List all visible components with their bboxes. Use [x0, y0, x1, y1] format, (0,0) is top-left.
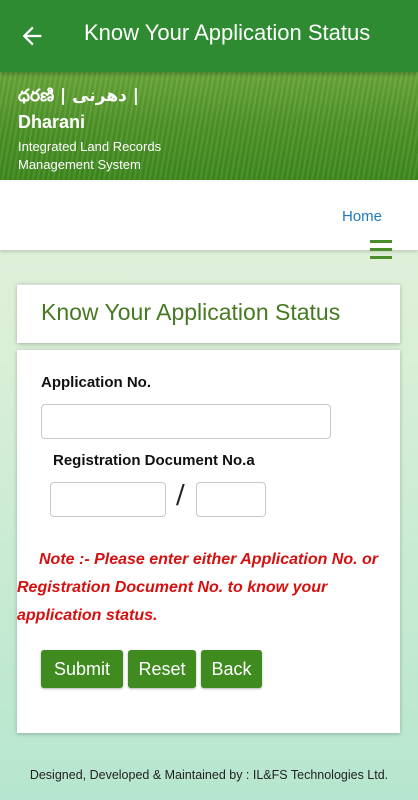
app-bar: Know Your Application Status	[0, 0, 418, 72]
page-heading-card: Know Your Application Status	[17, 284, 400, 343]
application-no-input[interactable]	[41, 404, 331, 439]
note-text: Note :- Please enter either Application …	[17, 546, 400, 630]
submit-button[interactable]: Submit	[41, 650, 123, 688]
back-button[interactable]: Back	[201, 650, 262, 688]
note-line-2: Registration Document No. to know your	[17, 579, 328, 596]
reset-button[interactable]: Reset	[128, 650, 196, 688]
top-nav: Home	[0, 180, 418, 250]
note-line-1: Note :- Please enter either Application …	[39, 551, 379, 568]
app-bar-title: Know Your Application Status	[84, 20, 371, 45]
dharani-banner: ధరణి | دھرنی | Dharani Integrated Land R…	[0, 72, 418, 180]
reg-doc-number-input[interactable]	[50, 482, 166, 517]
application-no-label: Application No.	[41, 374, 151, 391]
hamburger-menu-icon[interactable]	[370, 240, 392, 260]
home-link[interactable]: Home	[342, 208, 382, 225]
banner-subtitle: Integrated Land Records Management Syste…	[18, 139, 162, 172]
banner-regional-scripts: ధరణి | دھرنی |	[18, 86, 139, 106]
registration-doc-label: Registration Document No.a	[53, 452, 255, 469]
separator-slash: /	[176, 480, 185, 510]
footer-credits: Designed, Developed & Maintained by : IL…	[29, 768, 389, 782]
arrow-left-icon[interactable]	[18, 22, 46, 50]
application-status-form: Application No. Registration Document No…	[17, 350, 400, 733]
reg-doc-year-input[interactable]	[196, 482, 266, 517]
note-line-3: application status.	[17, 607, 158, 624]
banner-title: Dharani	[18, 112, 86, 132]
page-title: Know Your Application Status	[41, 299, 341, 325]
